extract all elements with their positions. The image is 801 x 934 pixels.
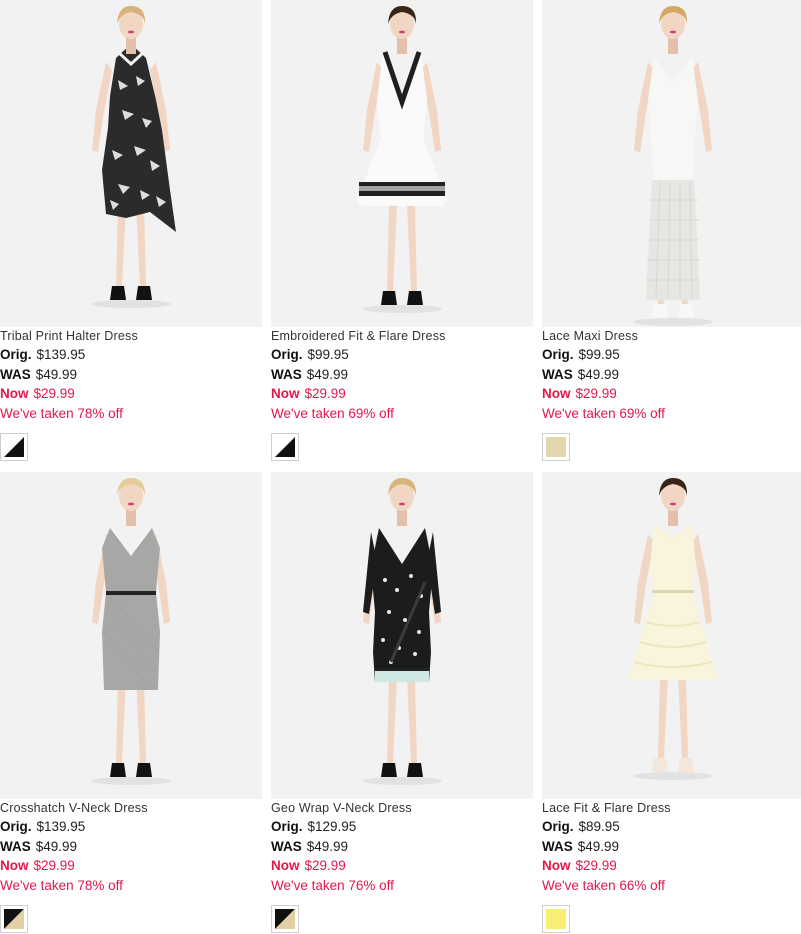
- orig-label: Orig.: [271, 819, 303, 834]
- now-price: Now $29.99: [0, 856, 262, 876]
- discount-text: We've taken 69% off: [271, 405, 394, 421]
- color-swatch-chip: [546, 437, 566, 457]
- orig-label: Orig.: [0, 347, 32, 362]
- was-label: WAS: [542, 366, 573, 382]
- color-swatch-button[interactable]: [271, 433, 299, 461]
- product-image[interactable]: [271, 472, 533, 799]
- now-value: $29.99: [575, 386, 617, 401]
- orig-value: $99.95: [307, 347, 349, 362]
- product-name-link[interactable]: Embroidered Fit & Flare Dress: [271, 329, 533, 345]
- original-price: Orig. $129.95: [271, 817, 533, 837]
- color-swatch-chip: [275, 437, 295, 457]
- discount-text: We've taken 66% off: [542, 877, 665, 893]
- product-name-link[interactable]: Geo Wrap V-Neck Dress: [271, 801, 533, 817]
- orig-label: Orig.: [542, 819, 574, 834]
- was-value: $49.99: [306, 366, 349, 382]
- now-label: Now: [542, 858, 571, 873]
- product-name-link[interactable]: Lace Fit & Flare Dress: [542, 801, 801, 817]
- color-swatch-button[interactable]: [542, 905, 570, 933]
- was-label: WAS: [271, 838, 302, 854]
- original-price: Orig. $89.95: [542, 817, 801, 837]
- orig-value: $129.95: [307, 819, 357, 834]
- orig-label: Orig.: [271, 347, 303, 362]
- discount-text: We've taken 69% off: [542, 405, 665, 421]
- product-name-link[interactable]: Tribal Print Halter Dress: [0, 329, 262, 345]
- orig-label: Orig.: [542, 347, 574, 362]
- orig-value: $139.95: [36, 347, 86, 362]
- now-value: $29.99: [304, 858, 346, 873]
- color-swatch-button[interactable]: [271, 905, 299, 933]
- now-value: $29.99: [304, 386, 346, 401]
- was-price: WAS $49.99: [0, 365, 262, 385]
- was-value: $49.99: [577, 366, 620, 382]
- now-label: Now: [542, 386, 571, 401]
- now-price: Now $29.99: [271, 856, 533, 876]
- product-info: Lace Fit & Flare Dress Orig. $89.95 WAS $4…: [542, 801, 801, 895]
- now-label: Now: [0, 858, 29, 873]
- color-swatch-button[interactable]: [542, 433, 570, 461]
- discount-text: We've taken 76% off: [271, 877, 394, 893]
- product-info: Crosshatch V-Neck Dress Orig. $139.95 WAS…: [0, 801, 262, 895]
- color-swatch-button[interactable]: [0, 433, 28, 461]
- now-price: Now $29.99: [542, 856, 801, 876]
- was-price: WAS $49.99: [542, 837, 801, 857]
- product-image[interactable]: [271, 0, 533, 327]
- was-value: $49.99: [35, 366, 78, 382]
- original-price: Orig. $99.95: [271, 345, 533, 365]
- was-label: WAS: [542, 838, 573, 854]
- was-price: WAS $49.99: [0, 837, 262, 857]
- product-name-link[interactable]: Crosshatch V-Neck Dress: [0, 801, 262, 817]
- now-price: Now $29.99: [542, 384, 801, 404]
- product-image[interactable]: [0, 472, 262, 799]
- product-info: Geo Wrap V-Neck Dress Orig. $129.95 WAS $4…: [271, 801, 533, 895]
- color-swatch-chip: [4, 909, 24, 929]
- color-swatch-chip: [275, 909, 295, 929]
- color-swatch-button[interactable]: [0, 905, 28, 933]
- original-price: Orig. $99.95: [542, 345, 801, 365]
- discount-text: We've taken 78% off: [0, 877, 123, 893]
- discount-text: We've taken 78% off: [0, 405, 123, 421]
- now-price: Now $29.99: [0, 384, 262, 404]
- product-image[interactable]: [542, 0, 801, 327]
- now-value: $29.99: [33, 386, 75, 401]
- product-info: Lace Maxi Dress Orig. $99.95 WAS $49.99 No…: [542, 329, 801, 423]
- now-label: Now: [271, 858, 300, 873]
- original-price: Orig. $139.95: [0, 817, 262, 837]
- product-image[interactable]: [0, 0, 262, 327]
- was-label: WAS: [0, 838, 31, 854]
- now-price: Now $29.99: [271, 384, 533, 404]
- product-info: Embroidered Fit & Flare Dress Orig. $99.9…: [271, 329, 533, 423]
- orig-label: Orig.: [0, 819, 32, 834]
- orig-value: $139.95: [36, 819, 86, 834]
- was-value: $49.99: [306, 838, 349, 854]
- product-info: Tribal Print Halter Dress Orig. $139.95 W…: [0, 329, 262, 423]
- was-value: $49.99: [35, 838, 78, 854]
- color-swatch-chip: [4, 437, 24, 457]
- now-value: $29.99: [575, 858, 617, 873]
- color-swatch-chip: [546, 909, 566, 929]
- product-image[interactable]: [542, 472, 801, 799]
- was-value: $49.99: [577, 838, 620, 854]
- now-label: Now: [0, 386, 29, 401]
- product-grid: Tribal Print Halter Dress Orig. $139.95 W…: [0, 0, 801, 934]
- product-name-link[interactable]: Lace Maxi Dress: [542, 329, 801, 345]
- was-label: WAS: [271, 366, 302, 382]
- was-label: WAS: [0, 366, 31, 382]
- was-price: WAS $49.99: [271, 365, 533, 385]
- now-label: Now: [271, 386, 300, 401]
- now-value: $29.99: [33, 858, 75, 873]
- orig-value: $99.95: [578, 347, 620, 362]
- original-price: Orig. $139.95: [0, 345, 262, 365]
- orig-value: $89.95: [578, 819, 620, 834]
- was-price: WAS $49.99: [542, 365, 801, 385]
- was-price: WAS $49.99: [271, 837, 533, 857]
